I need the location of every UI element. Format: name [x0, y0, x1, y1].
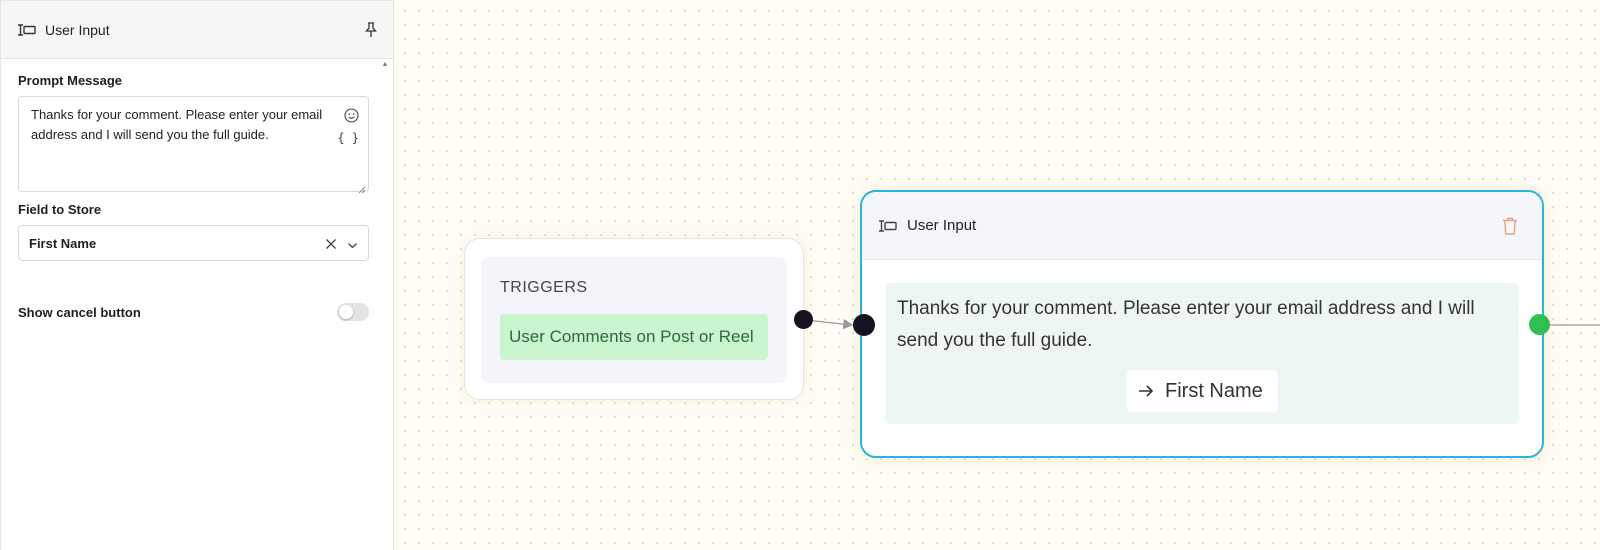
- user-input-node[interactable]: User Input Thanks for your comment. Plea…: [860, 190, 1544, 458]
- field-to-store-value: First Name: [29, 235, 97, 251]
- message-box: Thanks for your comment. Please enter yo…: [885, 283, 1519, 424]
- pin-icon[interactable]: [363, 21, 379, 38]
- trash-icon[interactable]: [1501, 216, 1519, 236]
- prompt-message-text[interactable]: Thanks for your comment. Please enter yo…: [31, 105, 331, 145]
- message-text: Thanks for your comment. Please enter yo…: [897, 298, 1475, 351]
- chevron-down-icon[interactable]: [347, 238, 358, 249]
- panel-header: User Input: [1, 0, 393, 59]
- text-input-icon: [876, 217, 898, 235]
- panel-title: User Input: [45, 21, 110, 38]
- field-to-store-select[interactable]: First Name: [18, 225, 369, 261]
- clear-icon[interactable]: [325, 237, 337, 249]
- trigger-node[interactable]: TRIGGERS User Comments on Post or Reel: [464, 238, 804, 400]
- show-cancel-toggle[interactable]: [337, 303, 369, 321]
- trigger-node-body: TRIGGERS User Comments on Post or Reel: [481, 257, 787, 383]
- trigger-output-handle[interactable]: [794, 310, 813, 329]
- field-to-store-label: Field to Store: [18, 202, 102, 217]
- field-chip-label: First Name: [1165, 379, 1263, 402]
- prompt-message-textarea[interactable]: Thanks for your comment. Please enter yo…: [18, 96, 369, 194]
- user-input-node-title: User Input: [907, 217, 977, 234]
- user-input-node-header: User Input: [862, 192, 1542, 260]
- prompt-message-label: Prompt Message: [18, 73, 123, 88]
- arrow-right-icon: [1137, 382, 1155, 400]
- emoji-icon[interactable]: [344, 108, 359, 123]
- user-input-input-handle[interactable]: [853, 314, 875, 336]
- variable-braces-icon[interactable]: { }: [337, 131, 359, 145]
- field-chip: First Name: [1127, 370, 1277, 412]
- flow-editor: User Input ▲ Prompt Message Thanks for y…: [0, 0, 1600, 550]
- trigger-chip[interactable]: User Comments on Post or Reel: [500, 314, 768, 360]
- panel-body: ▲ Prompt Message Thanks for your comment…: [1, 59, 393, 321]
- scroll-up-arrow[interactable]: ▲: [381, 61, 389, 69]
- flow-canvas[interactable]: TRIGGERS User Comments on Post or Reel U…: [394, 0, 1600, 550]
- show-cancel-label: Show cancel button: [18, 304, 141, 320]
- properties-panel: User Input ▲ Prompt Message Thanks for y…: [0, 0, 394, 550]
- text-input-icon: [15, 21, 37, 39]
- show-cancel-row: Show cancel button: [18, 303, 369, 321]
- user-input-output-handle[interactable]: [1529, 314, 1550, 335]
- triggers-title: TRIGGERS: [500, 279, 588, 296]
- resize-handle-icon[interactable]: [358, 181, 366, 194]
